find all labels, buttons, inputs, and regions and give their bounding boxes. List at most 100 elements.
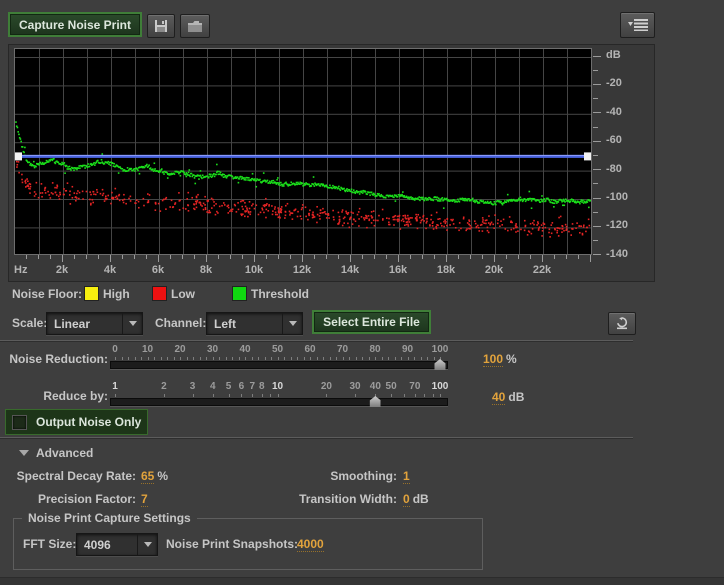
fft-size-dropdown[interactable]: 4096 [76,533,158,556]
slider-tick [122,357,123,360]
slider-tick-label: 3 [190,381,196,392]
channel-value: Left [207,313,282,334]
legend-title: Noise Floor: [12,287,82,301]
noise-print-capture-settings-group: Noise Print Capture Settings FFT Size: 4… [13,518,483,570]
freq-axis-tick [494,255,495,262]
slider-tick [323,357,324,360]
scale-dropdown[interactable]: Linear [46,312,143,335]
freq-axis-tick [206,255,207,262]
noise-print-snapshots-value: 4000 [297,537,324,551]
slider-tick [193,357,194,360]
output-noise-only-checkbox[interactable] [12,415,27,430]
snapshots-number[interactable]: 4000 [297,537,324,552]
scale-label: Scale: [12,316,47,330]
threshold-handle-left[interactable] [15,152,22,160]
slider-tick [167,357,168,360]
db-axis-tick [593,84,601,85]
reset-button[interactable] [608,312,636,335]
slider-tick [362,357,363,360]
slider-tick [252,357,253,360]
freq-axis-tick [326,255,327,259]
slider-groove[interactable] [110,361,448,369]
slider-tick [239,357,240,360]
freq-axis-tick [578,255,579,259]
section-divider [0,437,633,438]
reduce-by-value-number[interactable]: 40 [492,390,505,405]
noise-reduction-slider[interactable]: 0102030405060708090100 [115,344,441,372]
capture-noise-print-button[interactable]: Capture Noise Print [8,12,142,37]
slider-tick [174,357,175,360]
freq-axis-tick [146,255,147,259]
legend-threshold-label: Threshold [251,287,309,301]
reduce-by-value-unit: dB [508,390,524,404]
db-axis-minor-tick [593,212,598,213]
threshold-handle-right[interactable] [584,152,591,160]
slider-tick [415,394,416,397]
freq-axis-tick [422,255,423,259]
channel-dropdown[interactable]: Left [206,312,303,335]
slider-tick [356,357,357,360]
freq-axis-tick [110,255,111,262]
select-entire-file-button[interactable]: Select Entire File [312,310,431,334]
slider-tick [241,394,242,397]
slider-tick [304,357,305,360]
slider-tick-label: 100 [432,381,449,392]
slider-tick [229,394,230,397]
slider-tick [401,357,402,360]
chevron-down-icon [129,321,137,326]
db-axis-label: -40 [606,106,622,118]
spectral-decay-rate-number[interactable]: 65 [141,469,154,484]
slider-tick [161,357,162,360]
db-axis-minor-tick [593,155,598,156]
precision-factor-number[interactable]: 7 [141,492,148,507]
freq-axis-label: 16k [389,264,407,276]
advanced-title[interactable]: Advanced [36,446,93,460]
slider-groove[interactable] [110,398,448,406]
advanced-disclosure-triangle[interactable] [19,450,29,456]
load-noise-print-button[interactable] [180,14,210,38]
freq-axis-label: 2k [56,264,68,276]
slider-tick [382,357,383,360]
fft-size-value: 4096 [77,534,137,555]
db-axis-label: -100 [606,191,628,203]
slider-tick [128,357,129,360]
slider-tick-label: 1 [112,381,118,392]
slider-tick-label: 10 [272,381,283,392]
slider-tick-label: 5 [226,381,232,392]
legend-high-label: High [103,287,130,301]
slider-tick [164,394,165,397]
save-noise-print-button[interactable] [147,14,175,38]
slider-tick [278,394,279,397]
slider-tick [258,357,259,360]
fft-size-label: FFT Size: [23,537,76,551]
smoothing-number[interactable]: 1 [403,469,410,484]
slider-tick-label: 30 [349,381,360,392]
graph-plot-area[interactable] [14,48,592,255]
noise-floor-graph: dB-20-40-60-80-100-120-140 Hz2k4k6k8k10k… [8,44,655,282]
freq-axis-tick [458,255,459,259]
noise-reduction-value-unit: % [506,352,517,366]
db-axis-tick [593,226,601,227]
freq-axis-label: 18k [437,264,455,276]
db-axis-label: -60 [606,134,622,146]
slider-tick-label: 80 [369,344,380,355]
transition-width-number[interactable]: 0 [403,492,410,507]
freq-axis-tick [98,255,99,259]
channel-label: Channel: [155,316,206,330]
slider-tick [326,394,327,397]
slider-tick-label: 20 [321,381,332,392]
noise-reduction-value-number[interactable]: 100 [483,352,503,367]
scale-value: Linear [47,313,122,334]
slider-tick [154,357,155,360]
legend-low-label: Low [171,287,195,301]
reduce-by-slider[interactable]: 12345678102030405070100 [115,381,441,409]
freq-axis-tick [410,255,411,259]
db-axis-tick [593,56,601,57]
freq-axis-label: 8k [200,264,212,276]
freq-axis-tick [350,255,351,262]
slider-tick [252,394,253,397]
freq-axis-label: 20k [485,264,503,276]
db-axis-minor-tick [593,127,598,128]
panel-menu-button[interactable] [620,12,655,38]
slider-tick [148,357,149,360]
